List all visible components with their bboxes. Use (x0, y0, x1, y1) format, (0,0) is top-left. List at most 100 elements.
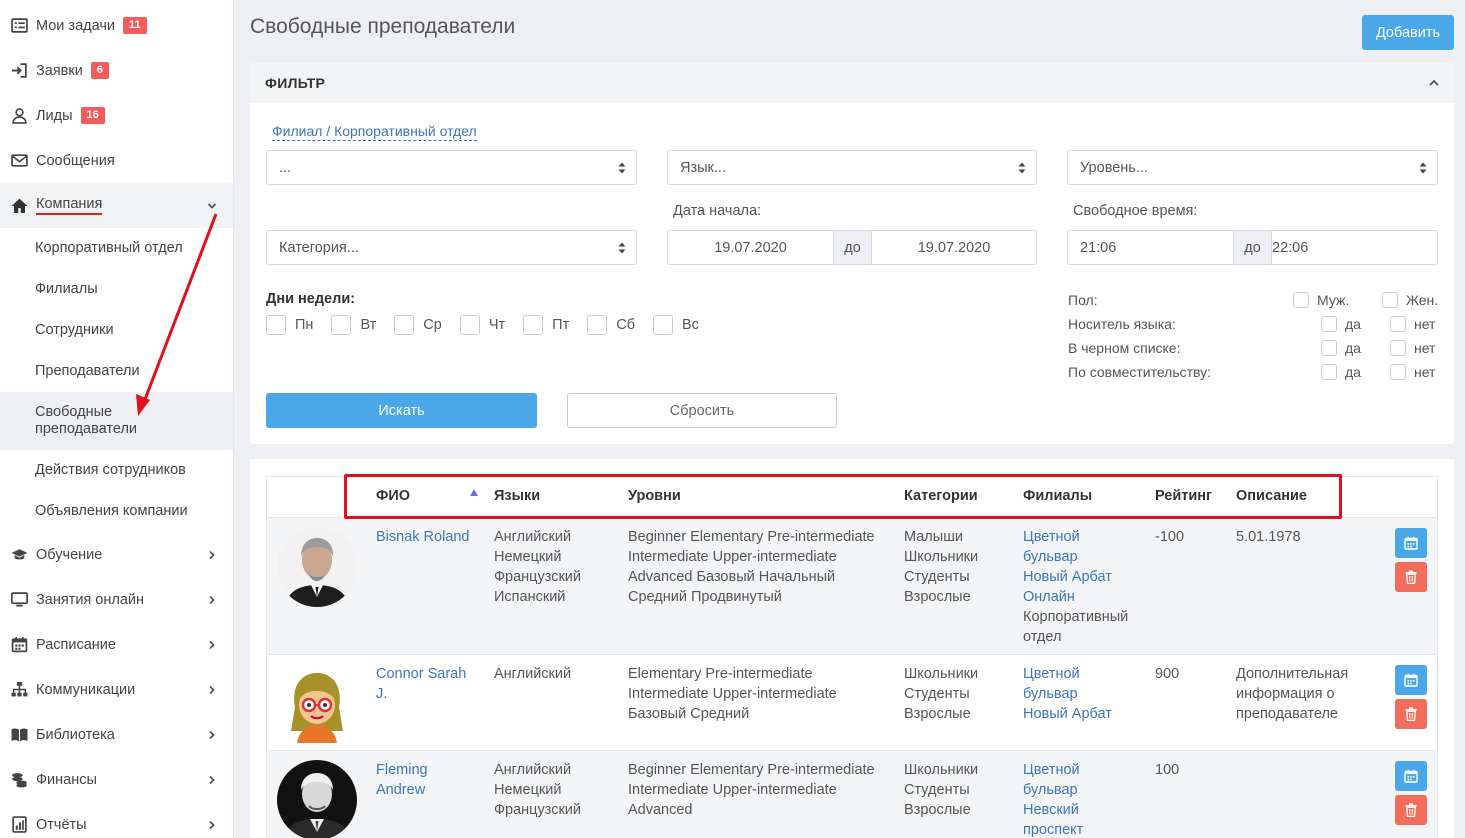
blacklist-yes-option[interactable]: да (1321, 340, 1361, 356)
native-yes-option[interactable]: да (1321, 316, 1361, 332)
sidebar-item-leads[interactable]: Лиды 16 (0, 93, 233, 138)
submenu-item-announcements[interactable]: Объявления компании (0, 491, 233, 532)
teacher-name-link[interactable]: Connor Sarah (376, 664, 466, 684)
sidebar-item-company[interactable]: Компания (0, 183, 233, 228)
branch-link[interactable]: проспект (1023, 820, 1083, 838)
language-select[interactable]: Язык... (667, 150, 1037, 185)
teacher-name[interactable]: Fleming Andrew (376, 760, 428, 800)
gender-male-option[interactable]: Муж. (1293, 292, 1349, 308)
submenu-item-employees[interactable]: Сотрудники (0, 310, 233, 351)
checkbox[interactable] (1321, 316, 1337, 332)
checkbox[interactable] (587, 315, 608, 335)
teacher-name-link[interactable]: Bisnak Roland (376, 527, 470, 547)
checkbox[interactable] (459, 315, 480, 335)
sidebar-item-my-tasks[interactable]: Мои задачи 11 (0, 3, 233, 48)
home-icon (10, 197, 28, 215)
teacher-name-link[interactable]: Andrew (376, 780, 428, 800)
sidebar-item-online[interactable]: Занятия онлайн (0, 577, 233, 622)
teacher-name[interactable]: Bisnak Roland (376, 527, 470, 547)
checkbox[interactable] (1382, 292, 1398, 308)
weekday-wed[interactable]: Ср (394, 315, 442, 335)
add-button[interactable]: Добавить (1362, 15, 1454, 50)
language-item: Французский (494, 569, 581, 585)
sidebar-item-education[interactable]: Обучение (0, 532, 233, 577)
search-button[interactable]: Искать (266, 393, 537, 428)
submenu-item-corporate[interactable]: Корпоративный отдел (0, 228, 233, 269)
checkbox[interactable] (1390, 340, 1406, 356)
teacher-name-link[interactable]: Fleming (376, 760, 428, 780)
delete-button[interactable] (1395, 562, 1427, 592)
weekday-fri[interactable]: Пт (523, 315, 569, 335)
submenu-item-branches[interactable]: Филиалы (0, 269, 233, 310)
checkbox[interactable] (1321, 340, 1337, 356)
weekday-thu[interactable]: Чт (459, 315, 506, 335)
category-select[interactable]: Категория... (266, 230, 637, 265)
blacklist-no-option[interactable]: нет (1390, 340, 1435, 356)
sidebar-item-finance[interactable]: Финансы (0, 757, 233, 802)
checkbox[interactable] (266, 315, 286, 335)
weekday-sun[interactable]: Вс (653, 315, 699, 335)
delete-button[interactable] (1395, 795, 1427, 825)
date-to-input[interactable]: 19.07.2020 (872, 231, 1036, 264)
teacher-languages: Английский Немецкий Французский (494, 760, 581, 820)
time-to-input[interactable]: 22:06 (1272, 231, 1437, 264)
checkbox[interactable] (1321, 364, 1337, 380)
level-select[interactable]: Уровень... (1067, 150, 1438, 185)
branch-select[interactable]: ... (266, 150, 637, 185)
category-item: Взрослые (904, 706, 971, 722)
weekday-mon[interactable]: Пн (266, 315, 313, 335)
branch-filter-link[interactable]: Филиал / Корпоративный отдел (272, 123, 477, 141)
branch-link[interactable]: Новый Арбат (1023, 704, 1112, 724)
sidebar-item-communications[interactable]: Коммуникации (0, 667, 233, 712)
branch-link[interactable]: бульвар (1023, 780, 1083, 800)
branch-link[interactable]: Цветной (1023, 760, 1083, 780)
branch-link[interactable]: Цветной (1023, 664, 1112, 684)
sidebar-item-requests[interactable]: Заявки 6 (0, 48, 233, 93)
checkbox[interactable] (1293, 292, 1309, 308)
part-time-no-option[interactable]: нет (1390, 364, 1435, 380)
branch-link[interactable]: бульвар (1023, 547, 1128, 567)
reset-button[interactable]: Сбросить (567, 393, 837, 428)
submenu-item-teachers[interactable]: Преподаватели (0, 351, 233, 392)
weekday-label: Чт (488, 317, 506, 333)
weekday-tue[interactable]: Вт (331, 315, 376, 335)
branch-link[interactable]: Цветной (1023, 527, 1128, 547)
branch-link[interactable]: Невский (1023, 800, 1083, 820)
checkbox[interactable] (394, 315, 415, 335)
weekday-sat[interactable]: Сб (587, 315, 635, 335)
native-no-option[interactable]: нет (1390, 316, 1435, 332)
part-time-yes-option[interactable]: да (1321, 364, 1361, 380)
time-range-separator: до (1233, 231, 1272, 264)
weekday-checkboxes: Пн Вт Ср Чт Пт Сб Вс (266, 315, 717, 335)
checkbox[interactable] (1390, 316, 1406, 332)
teacher-name[interactable]: Connor Sarah J. (376, 664, 466, 704)
submenu-item-employee-actions[interactable]: Действия сотрудников (0, 450, 233, 491)
sidebar-item-reports[interactable]: Отчёты (0, 802, 233, 838)
checkbox[interactable] (331, 315, 352, 335)
gender-female-option[interactable]: Жен. (1382, 292, 1438, 308)
filter-title: ФИЛЬТР (265, 75, 326, 91)
schedule-button[interactable] (1395, 761, 1427, 791)
date-from-input[interactable]: 19.07.2020 (668, 231, 833, 264)
branch-link[interactable]: бульвар (1023, 684, 1112, 704)
level-line: Advanced Базовый Начальный (628, 569, 836, 585)
schedule-button[interactable] (1395, 665, 1427, 695)
filter-header[interactable]: ФИЛЬТР (250, 63, 1454, 103)
chevron-up-icon[interactable] (1428, 77, 1440, 89)
submenu-item-free-teachers[interactable]: Свободные преподаватели (0, 392, 233, 450)
checkbox[interactable] (1390, 364, 1406, 380)
sort-icon (618, 242, 626, 254)
teacher-name-link[interactable]: J. (376, 684, 466, 704)
checkbox[interactable] (653, 315, 673, 335)
option-label: Жен. (1406, 292, 1439, 308)
schedule-button[interactable] (1395, 528, 1427, 558)
time-from-input[interactable]: 21:06 (1068, 231, 1233, 264)
blacklist-label: В черном списке: (1068, 340, 1181, 356)
branch-link[interactable]: Онлайн (1023, 587, 1128, 607)
branch-link[interactable]: Новый Арбат (1023, 567, 1128, 587)
sidebar-item-schedule[interactable]: Расписание (0, 622, 233, 667)
delete-button[interactable] (1395, 699, 1427, 729)
checkbox[interactable] (523, 315, 544, 335)
sidebar-item-library[interactable]: Библиотека (0, 712, 233, 757)
sidebar-item-messages[interactable]: Сообщения (0, 138, 233, 183)
